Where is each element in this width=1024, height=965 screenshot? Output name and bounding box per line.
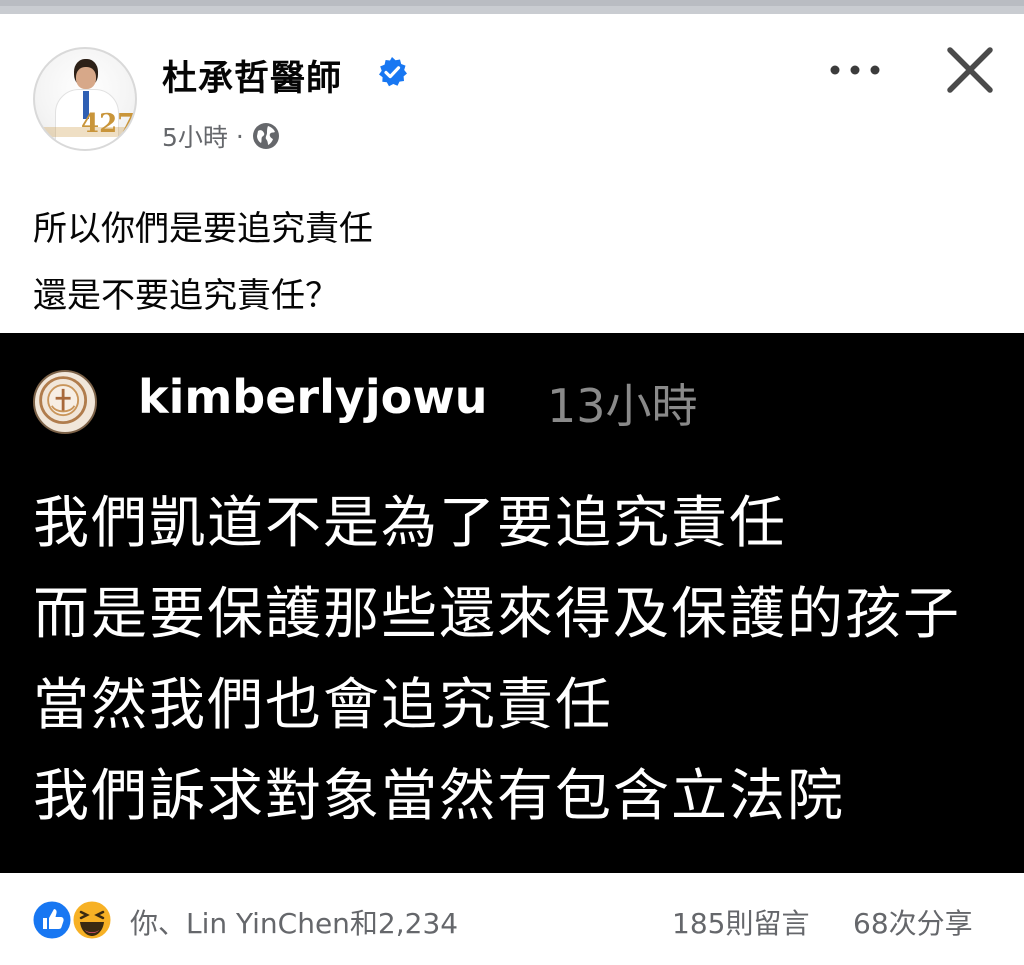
shares-count[interactable]: 68次分享 (853, 902, 973, 942)
ig-text-line: 我們凱道不是為了要追究責任 (33, 491, 787, 556)
haha-reaction-icon (70, 898, 114, 942)
post-meta: 5小時 · (162, 118, 280, 154)
reactions-icons[interactable] (30, 896, 122, 944)
ig-text-line: 當然我們也會追究責任 (33, 673, 613, 738)
ig-avatar (33, 370, 97, 434)
reactions-summary[interactable]: 你、Lin YinChen和2,234 (130, 902, 458, 942)
ig-text-line: 我們訴求對象當然有包含立法院 (33, 764, 845, 829)
meta-separator: · (235, 121, 244, 151)
caption-line: 所以你們是要追究責任 (33, 209, 373, 249)
ig-time: 13小時 (547, 379, 698, 433)
verified-badge-icon (379, 57, 407, 87)
more-options-icon[interactable] (827, 56, 883, 84)
ig-username: kimberlyjowu (138, 370, 488, 424)
top-bar (0, 0, 1024, 14)
author-avatar[interactable]: 427 (33, 47, 137, 151)
comments-count[interactable]: 185則留言 (672, 902, 809, 942)
ig-avatar-emblem-icon (39, 376, 88, 425)
avatar-badge: 427 (81, 109, 136, 139)
ig-text-line: 而是要保護那些還來得及保護的孩子 (33, 582, 961, 647)
avatar-face (76, 67, 96, 89)
ig-text-block: 我們凱道不是為了要追究責任 而是要保護那些還來得及保護的孩子 當然我們也會追究責… (33, 478, 961, 842)
author-name[interactable]: 杜承哲醫師 (162, 50, 342, 101)
top-bar-strip (0, 0, 1024, 6)
globe-icon[interactable] (252, 122, 280, 150)
post-caption: 所以你們是要追究責任 還是不要追究責任？ (33, 196, 373, 330)
close-icon[interactable] (944, 44, 996, 96)
caption-line: 還是不要追究責任？ (33, 276, 339, 316)
like-reaction-icon (30, 898, 74, 942)
post-timestamp[interactable]: 5小時 (162, 118, 228, 154)
